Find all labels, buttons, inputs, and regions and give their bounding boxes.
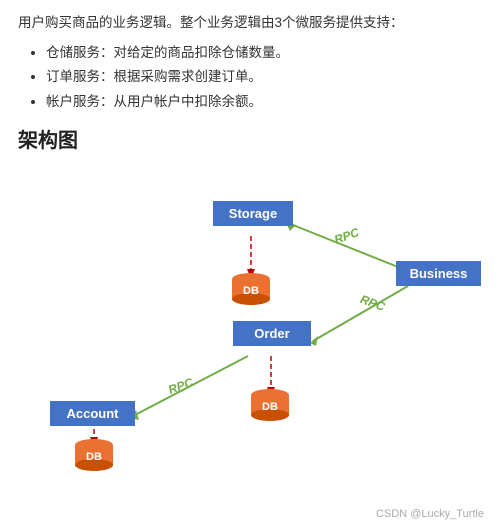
business-box: Business [396, 261, 481, 286]
section-title: 架构图 [18, 124, 484, 153]
intro-text: 用户购买商品的业务逻辑。整个业务逻辑由3个微服务提供支持： [18, 12, 484, 35]
account-box: Account [50, 401, 135, 426]
page-content: 用户购买商品的业务逻辑。整个业务逻辑由3个微服务提供支持： 仓储服务：对给定的商… [0, 0, 502, 481]
storage-db: DB [232, 273, 270, 305]
bullet-item-2: 订单服务：根据采购需求创建订单。 [46, 65, 484, 89]
bullet-item-3: 帐户服务：从用户帐户中扣除余额。 [46, 90, 484, 114]
order-db: DB [251, 389, 289, 421]
storage-box: Storage [213, 201, 293, 226]
account-db: DB [75, 439, 113, 471]
architecture-diagram: Storage DB Order DB Busine [18, 161, 488, 471]
bullet-item-1: 仓储服务：对给定的商品扣除仓储数量。 [46, 41, 484, 65]
order-box: Order [233, 321, 311, 346]
watermark: CSDN @Lucky_Turtle [376, 508, 484, 520]
bullet-list: 仓储服务：对给定的商品扣除仓储数量。 订单服务：根据采购需求创建订单。 帐户服务… [18, 41, 484, 114]
